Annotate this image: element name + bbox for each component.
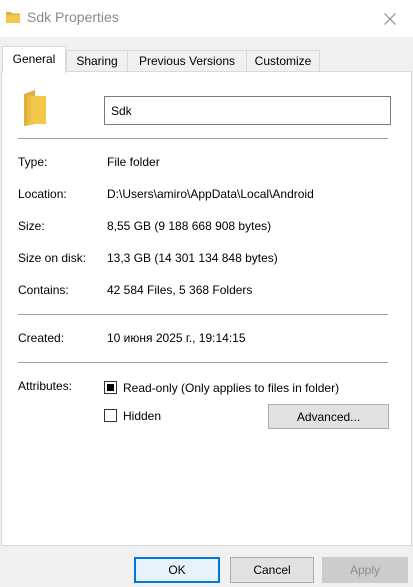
folder-name-input[interactable] [104,96,391,125]
apply-button[interactable]: Apply [322,557,408,583]
type-label: Type: [18,155,48,169]
location-label: Location: [18,187,67,201]
size-label: Size: [18,219,45,233]
location-value: D:\Users\amiro\AppData\Local\Android [107,187,314,201]
contains-value: 42 584 Files, 5 368 Folders [107,283,253,297]
size-on-disk-value: 13,3 GB (14 301 134 848 bytes) [107,251,278,265]
close-button[interactable] [367,0,413,37]
size-value: 8,55 GB (9 188 668 908 bytes) [107,219,272,233]
hidden-label[interactable]: Hidden [123,409,161,423]
created-label: Created: [18,331,65,345]
separator [18,362,388,363]
tab-sharing[interactable]: Sharing [66,50,128,71]
size-on-disk-label: Size on disk: [18,251,87,265]
close-icon [384,12,396,25]
checkbox-indeterminate-mark [107,384,114,391]
contains-label: Contains: [18,283,69,297]
cancel-button[interactable]: Cancel [230,557,314,583]
title-bar: Sdk Properties [0,0,413,37]
separator [18,314,388,315]
hidden-checkbox[interactable] [104,409,117,422]
tab-customize[interactable]: Customize [246,50,320,71]
created-value: 10 июня 2025 г., 19:14:15 [107,331,246,345]
attributes-label: Attributes: [18,379,73,393]
tab-general[interactable]: General [2,46,66,73]
folder-icon [6,12,20,23]
general-panel [1,71,412,546]
window-title: Sdk Properties [27,9,119,25]
separator [18,138,388,139]
tab-previous-versions[interactable]: Previous Versions [127,50,247,71]
type-value: File folder [107,155,160,169]
readonly-checkbox[interactable] [104,381,117,394]
ok-button[interactable]: OK [134,557,220,583]
advanced-button[interactable]: Advanced... [268,404,389,429]
tab-strip: General Sharing Previous Versions Custom… [0,46,413,73]
folder-icon-large [24,90,46,126]
readonly-label[interactable]: Read-only (Only applies to files in fold… [123,381,339,395]
